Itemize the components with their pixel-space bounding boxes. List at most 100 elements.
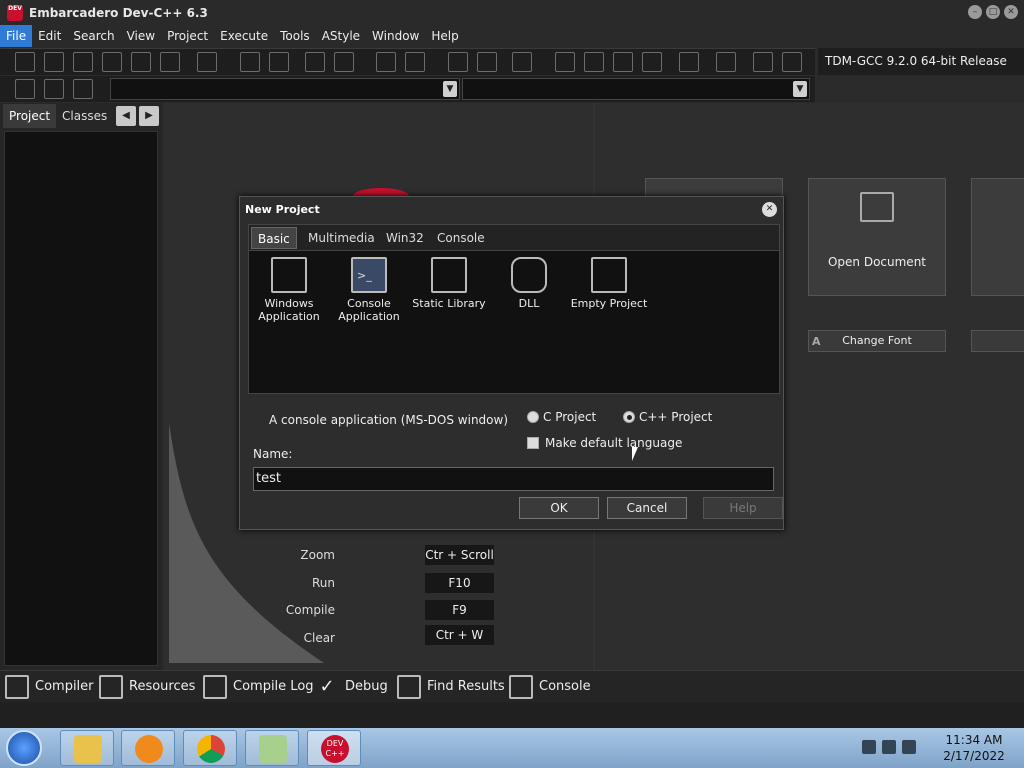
tab-basic[interactable]: Basic bbox=[251, 227, 297, 249]
compiler-selector[interactable]: TDM-GCC 9.2.0 64-bit Release bbox=[818, 48, 1024, 75]
folder-icon bbox=[860, 192, 894, 222]
menu-edit[interactable]: Edit bbox=[32, 25, 67, 47]
project-tree[interactable] bbox=[4, 131, 158, 666]
ok-button[interactable]: OK bbox=[519, 497, 599, 519]
compile-icon[interactable] bbox=[555, 52, 575, 72]
menu-help[interactable]: Help bbox=[425, 25, 464, 47]
radio-cpp-project[interactable]: C++ Project bbox=[623, 410, 712, 424]
name-label: Name: bbox=[253, 447, 293, 461]
menu-window[interactable]: Window bbox=[366, 25, 425, 47]
print-icon[interactable] bbox=[197, 52, 217, 72]
radio-circle[interactable] bbox=[527, 411, 539, 423]
taskbar-devcpp[interactable]: DEV C++ bbox=[307, 730, 361, 766]
template-console-application[interactable]: >_ Console Application bbox=[329, 255, 409, 323]
volume-icon[interactable] bbox=[902, 740, 916, 754]
tab-find-results[interactable]: Find Results bbox=[397, 671, 505, 703]
menu-astyle[interactable]: AStyle bbox=[316, 25, 366, 47]
tab-debug[interactable]: ✓ Debug bbox=[315, 671, 387, 703]
menu-project[interactable]: Project bbox=[161, 25, 214, 47]
tab-resources[interactable]: Resources bbox=[99, 671, 195, 703]
redo-icon[interactable] bbox=[405, 52, 425, 72]
radio-c-project[interactable]: C Project bbox=[527, 410, 596, 424]
network-icon[interactable] bbox=[882, 740, 896, 754]
chevron-right-icon[interactable]: ▶ bbox=[139, 106, 159, 126]
welcome-button-partial[interactable] bbox=[971, 330, 1024, 352]
tab-project[interactable]: Project bbox=[3, 104, 57, 128]
template-static-library[interactable]: Static Library bbox=[409, 255, 489, 310]
tab-compile-log[interactable]: Compile Log bbox=[203, 671, 314, 703]
tab-console-output[interactable]: Console bbox=[509, 671, 591, 703]
menu-tools[interactable]: Tools bbox=[274, 25, 316, 47]
replace-icon[interactable] bbox=[269, 52, 289, 72]
bookmark-icon[interactable] bbox=[44, 79, 64, 99]
close-icon[interactable]: ✕ bbox=[762, 202, 777, 217]
open-document-card[interactable]: Open Document bbox=[808, 178, 946, 296]
project-name-input[interactable]: test bbox=[253, 467, 774, 491]
windows-app-icon bbox=[271, 257, 307, 293]
close-all-icon[interactable] bbox=[160, 52, 180, 72]
indent-icon[interactable] bbox=[305, 52, 325, 72]
menu-search[interactable]: Search bbox=[67, 25, 120, 47]
change-font-button[interactable]: A Change Font bbox=[808, 330, 946, 352]
taskbar-explorer[interactable] bbox=[60, 730, 114, 766]
dialog-tabs: Basic Multimedia Win32 Console bbox=[248, 224, 780, 250]
new-project-icon[interactable] bbox=[448, 52, 468, 72]
template-empty-project[interactable]: Empty Project bbox=[569, 255, 649, 310]
new-file-icon[interactable] bbox=[15, 52, 35, 72]
start-button[interactable] bbox=[6, 730, 42, 766]
tab-console[interactable]: Console bbox=[431, 227, 491, 249]
close-file-icon[interactable] bbox=[131, 52, 151, 72]
save-icon[interactable] bbox=[73, 52, 93, 72]
clock[interactable]: 11:34 AM 2/17/2022 bbox=[938, 732, 1010, 764]
save-all-icon[interactable] bbox=[102, 52, 122, 72]
check-icon[interactable] bbox=[679, 52, 699, 72]
bookmark-list-icon[interactable] bbox=[73, 79, 93, 99]
chevron-left-icon[interactable]: ◀ bbox=[116, 106, 136, 126]
template-windows-application[interactable]: Windows Application bbox=[249, 255, 329, 323]
maximize-icon[interactable]: □ bbox=[986, 5, 1000, 19]
undo-icon[interactable] bbox=[376, 52, 396, 72]
console-icon bbox=[509, 675, 533, 699]
goto-icon[interactable] bbox=[15, 79, 35, 99]
run-icon[interactable] bbox=[584, 52, 604, 72]
shortcut-label-zoom: Zoom bbox=[300, 548, 335, 562]
tab-compiler[interactable]: Compiler bbox=[5, 671, 94, 703]
new-project-dialog: New Project ✕ Basic Multimedia Win32 Con… bbox=[239, 196, 784, 530]
taskbar-media-player[interactable] bbox=[121, 730, 175, 766]
tab-classes[interactable]: Classes bbox=[56, 104, 113, 128]
cancel-button[interactable]: Cancel bbox=[607, 497, 687, 519]
checkbox-square[interactable] bbox=[527, 437, 539, 449]
radio-circle-selected[interactable] bbox=[623, 411, 635, 423]
tab-win32[interactable]: Win32 bbox=[380, 227, 430, 249]
menu-bar: File Edit Search View Project Execute To… bbox=[0, 25, 1024, 47]
delete-profile-icon[interactable] bbox=[782, 52, 802, 72]
profile-icon[interactable] bbox=[753, 52, 773, 72]
comment-icon[interactable] bbox=[512, 52, 532, 72]
compile-run-icon[interactable] bbox=[613, 52, 633, 72]
tab-multimedia[interactable]: Multimedia bbox=[302, 227, 381, 249]
close-icon[interactable]: ✕ bbox=[1004, 5, 1018, 19]
welcome-card-partial[interactable] bbox=[971, 178, 1024, 296]
class-combo[interactable]: ▼ bbox=[110, 78, 460, 100]
chevron-down-icon[interactable]: ▼ bbox=[793, 81, 807, 97]
open-folder-icon[interactable] bbox=[44, 52, 64, 72]
minimize-icon[interactable]: – bbox=[968, 5, 982, 19]
help-button[interactable]: Help bbox=[703, 497, 783, 519]
find-icon[interactable] bbox=[240, 52, 260, 72]
function-combo[interactable]: ▼ bbox=[462, 78, 810, 100]
menu-view[interactable]: View bbox=[121, 25, 161, 47]
chevron-down-icon[interactable]: ▼ bbox=[443, 81, 457, 97]
shortcut-key-clear: Ctr + W bbox=[425, 625, 494, 645]
taskbar-chrome[interactable] bbox=[183, 730, 237, 766]
rebuild-icon[interactable] bbox=[642, 52, 662, 72]
menu-execute[interactable]: Execute bbox=[214, 25, 274, 47]
default-language-checkbox[interactable]: Make default language bbox=[527, 436, 682, 450]
taskbar-notepad[interactable] bbox=[245, 730, 299, 766]
remove-project-icon[interactable] bbox=[477, 52, 497, 72]
menu-file[interactable]: File bbox=[0, 25, 33, 47]
action-center-icon[interactable] bbox=[862, 740, 876, 754]
tab-console-label: Console bbox=[539, 679, 591, 694]
stop-icon[interactable] bbox=[716, 52, 736, 72]
template-dll[interactable]: DLL bbox=[489, 255, 569, 310]
unindent-icon[interactable] bbox=[334, 52, 354, 72]
